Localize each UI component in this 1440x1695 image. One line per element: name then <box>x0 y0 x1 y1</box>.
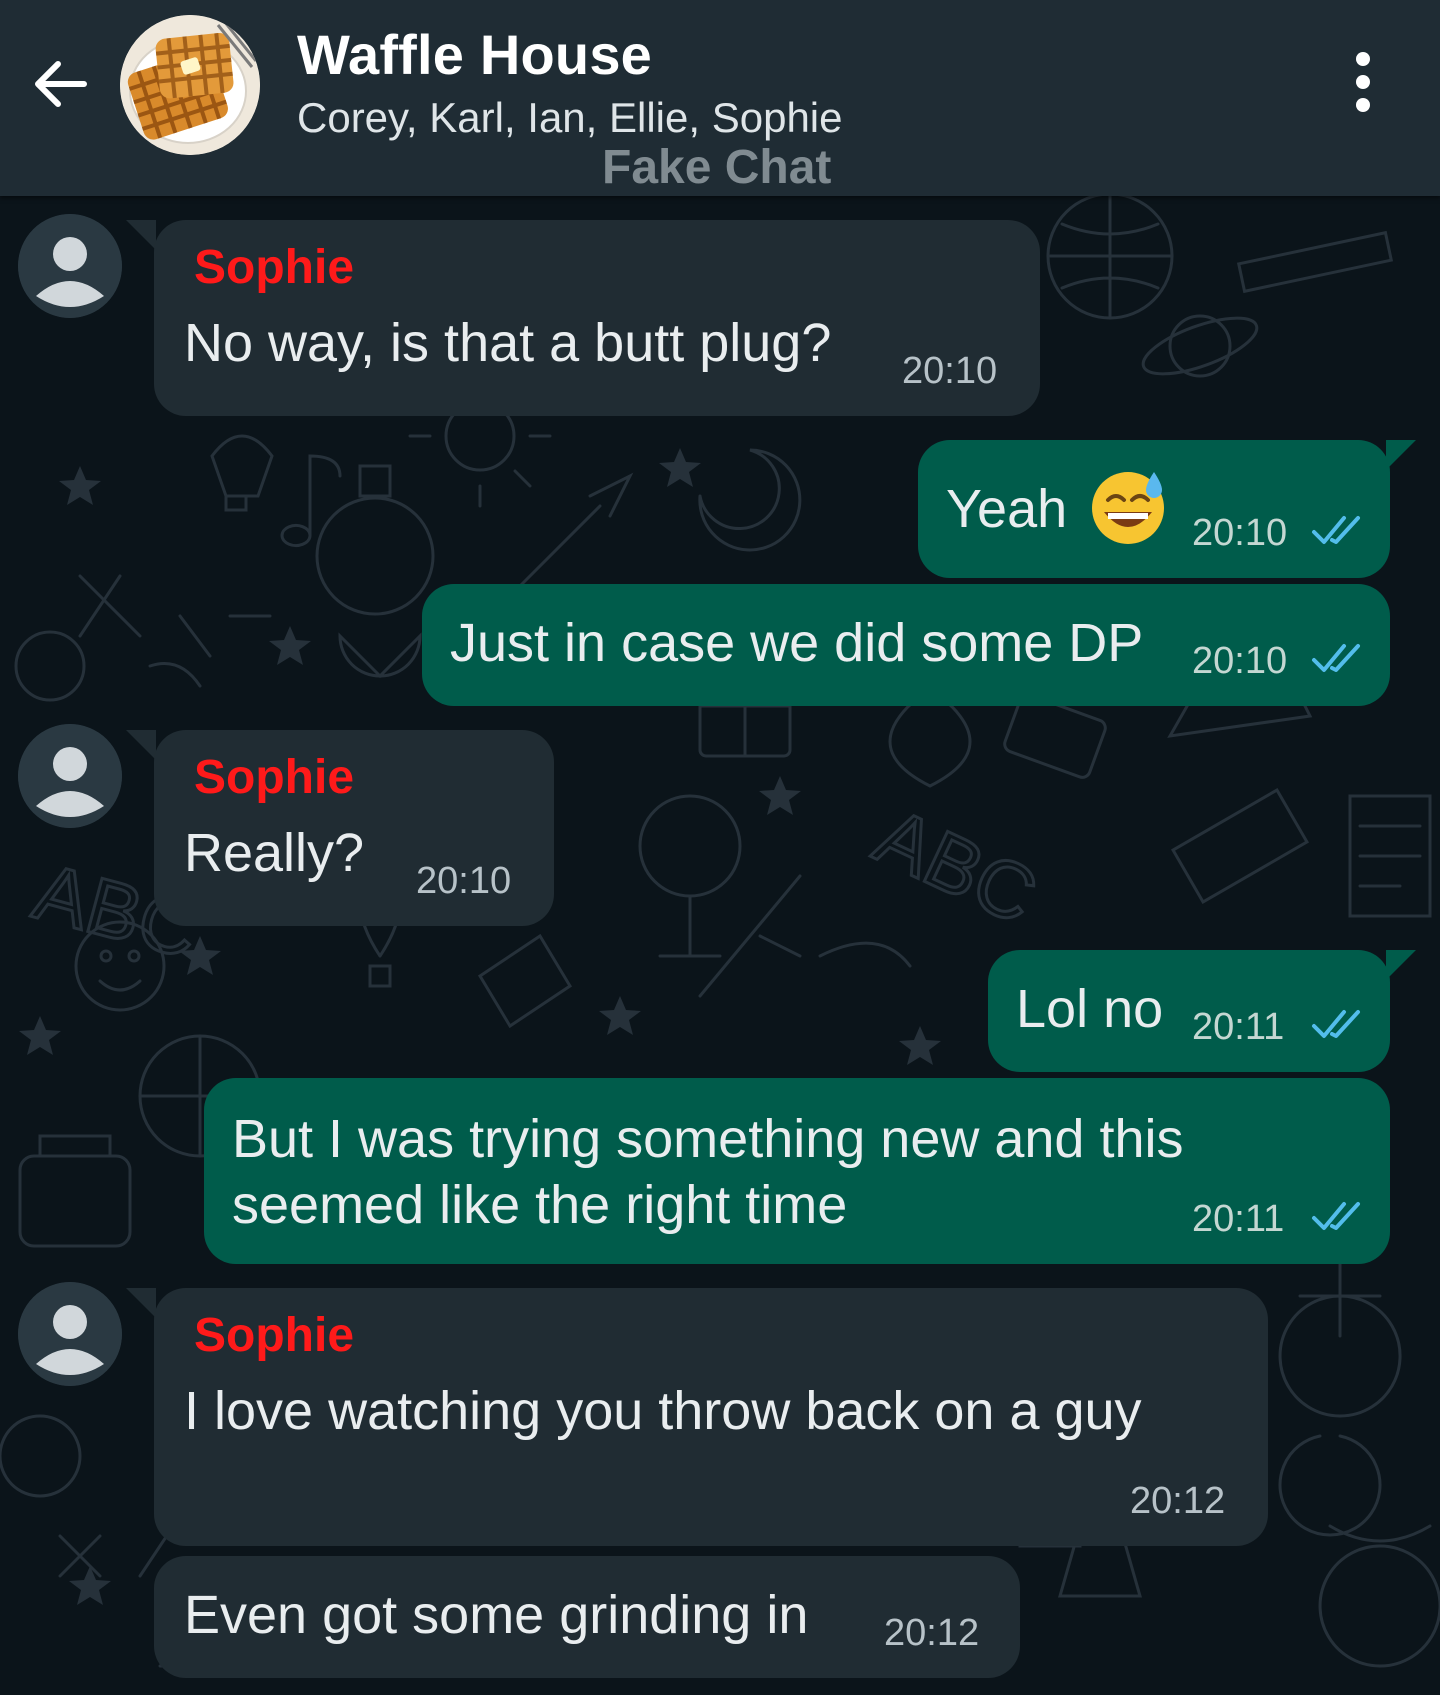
bubble-tail <box>1386 440 1416 470</box>
message-text: No way, is that a butt plug? <box>184 313 832 373</box>
message-time: 20:10 <box>1192 512 1288 554</box>
message-bubble-incoming[interactable]: Even got some grinding in 20:12 <box>154 1556 1020 1678</box>
bubble-tail <box>126 730 156 760</box>
message-bubble-outgoing[interactable]: Just in case we did some DP 20:10 <box>422 584 1390 706</box>
sender-name[interactable]: Sophie <box>194 1308 354 1363</box>
message-text: Lol no <box>1016 979 1164 1039</box>
svg-text:ABC: ABC <box>863 791 1050 941</box>
read-ticks-icon <box>1312 516 1360 544</box>
chat-header: Waffle House Corey, Karl, Ian, Ellie, So… <box>0 0 1440 196</box>
message-text: Just in case we did some DP <box>450 613 1144 673</box>
message-bubble-outgoing[interactable]: Lol no 20:11 <box>988 950 1390 1072</box>
message-bubble-incoming[interactable]: Sophie Really? 20:10 <box>154 730 554 926</box>
chat-area[interactable]: ABC ABC Sophie No way, is that a butt pl… <box>0 196 1440 1695</box>
sweat-smile-emoji-icon <box>1088 466 1168 546</box>
message-time: 20:10 <box>1192 640 1288 682</box>
message-time: 20:10 <box>416 860 512 902</box>
message-bubble-incoming[interactable]: Sophie No way, is that a butt plug? 20:1… <box>154 220 1040 416</box>
default-avatar-icon <box>18 1282 122 1386</box>
message-text: Really? <box>184 823 365 883</box>
read-ticks-icon <box>1312 1010 1360 1038</box>
message-time: 20:12 <box>884 1612 980 1654</box>
message-text: Yeah <box>946 479 1068 539</box>
message-bubble-incoming[interactable]: Sophie I love watching you throw back on… <box>154 1288 1268 1546</box>
sender-name[interactable]: Sophie <box>194 240 354 295</box>
message-bubble-outgoing[interactable]: Yeah 20:10 <box>918 440 1390 578</box>
default-avatar-icon <box>18 214 122 318</box>
bubble-tail <box>126 220 156 250</box>
group-avatar[interactable] <box>120 15 260 155</box>
group-title[interactable]: Waffle House <box>297 22 652 87</box>
default-avatar-icon <box>18 724 122 828</box>
read-ticks-icon <box>1312 1202 1360 1230</box>
message-text: Even got some grinding in <box>184 1585 809 1645</box>
message-text-line-1: But I was trying something new and this <box>232 1109 1184 1169</box>
bubble-tail <box>126 1288 156 1318</box>
sender-avatar[interactable] <box>18 724 122 828</box>
message-time: 20:10 <box>902 350 998 392</box>
message-time: 20:11 <box>1192 1006 1285 1048</box>
message-text: I love watching you throw back on a guy <box>184 1381 1142 1441</box>
message-bubble-outgoing[interactable]: But I was trying something new and this … <box>204 1078 1390 1264</box>
watermark: Fake Chat <box>602 141 832 194</box>
sender-avatar[interactable] <box>18 1282 122 1386</box>
bubble-tail <box>1386 950 1416 980</box>
sender-avatar[interactable] <box>18 214 122 318</box>
group-members[interactable]: Corey, Karl, Ian, Ellie, Sophie <box>297 94 843 142</box>
message-time: 20:11 <box>1192 1198 1285 1240</box>
back-arrow-icon[interactable] <box>28 52 92 116</box>
more-options-icon[interactable] <box>1348 52 1378 118</box>
sender-name[interactable]: Sophie <box>194 750 354 805</box>
message-time: 20:12 <box>1130 1480 1226 1522</box>
read-ticks-icon <box>1312 644 1360 672</box>
message-text-line-2: seemed like the right time <box>232 1175 848 1235</box>
